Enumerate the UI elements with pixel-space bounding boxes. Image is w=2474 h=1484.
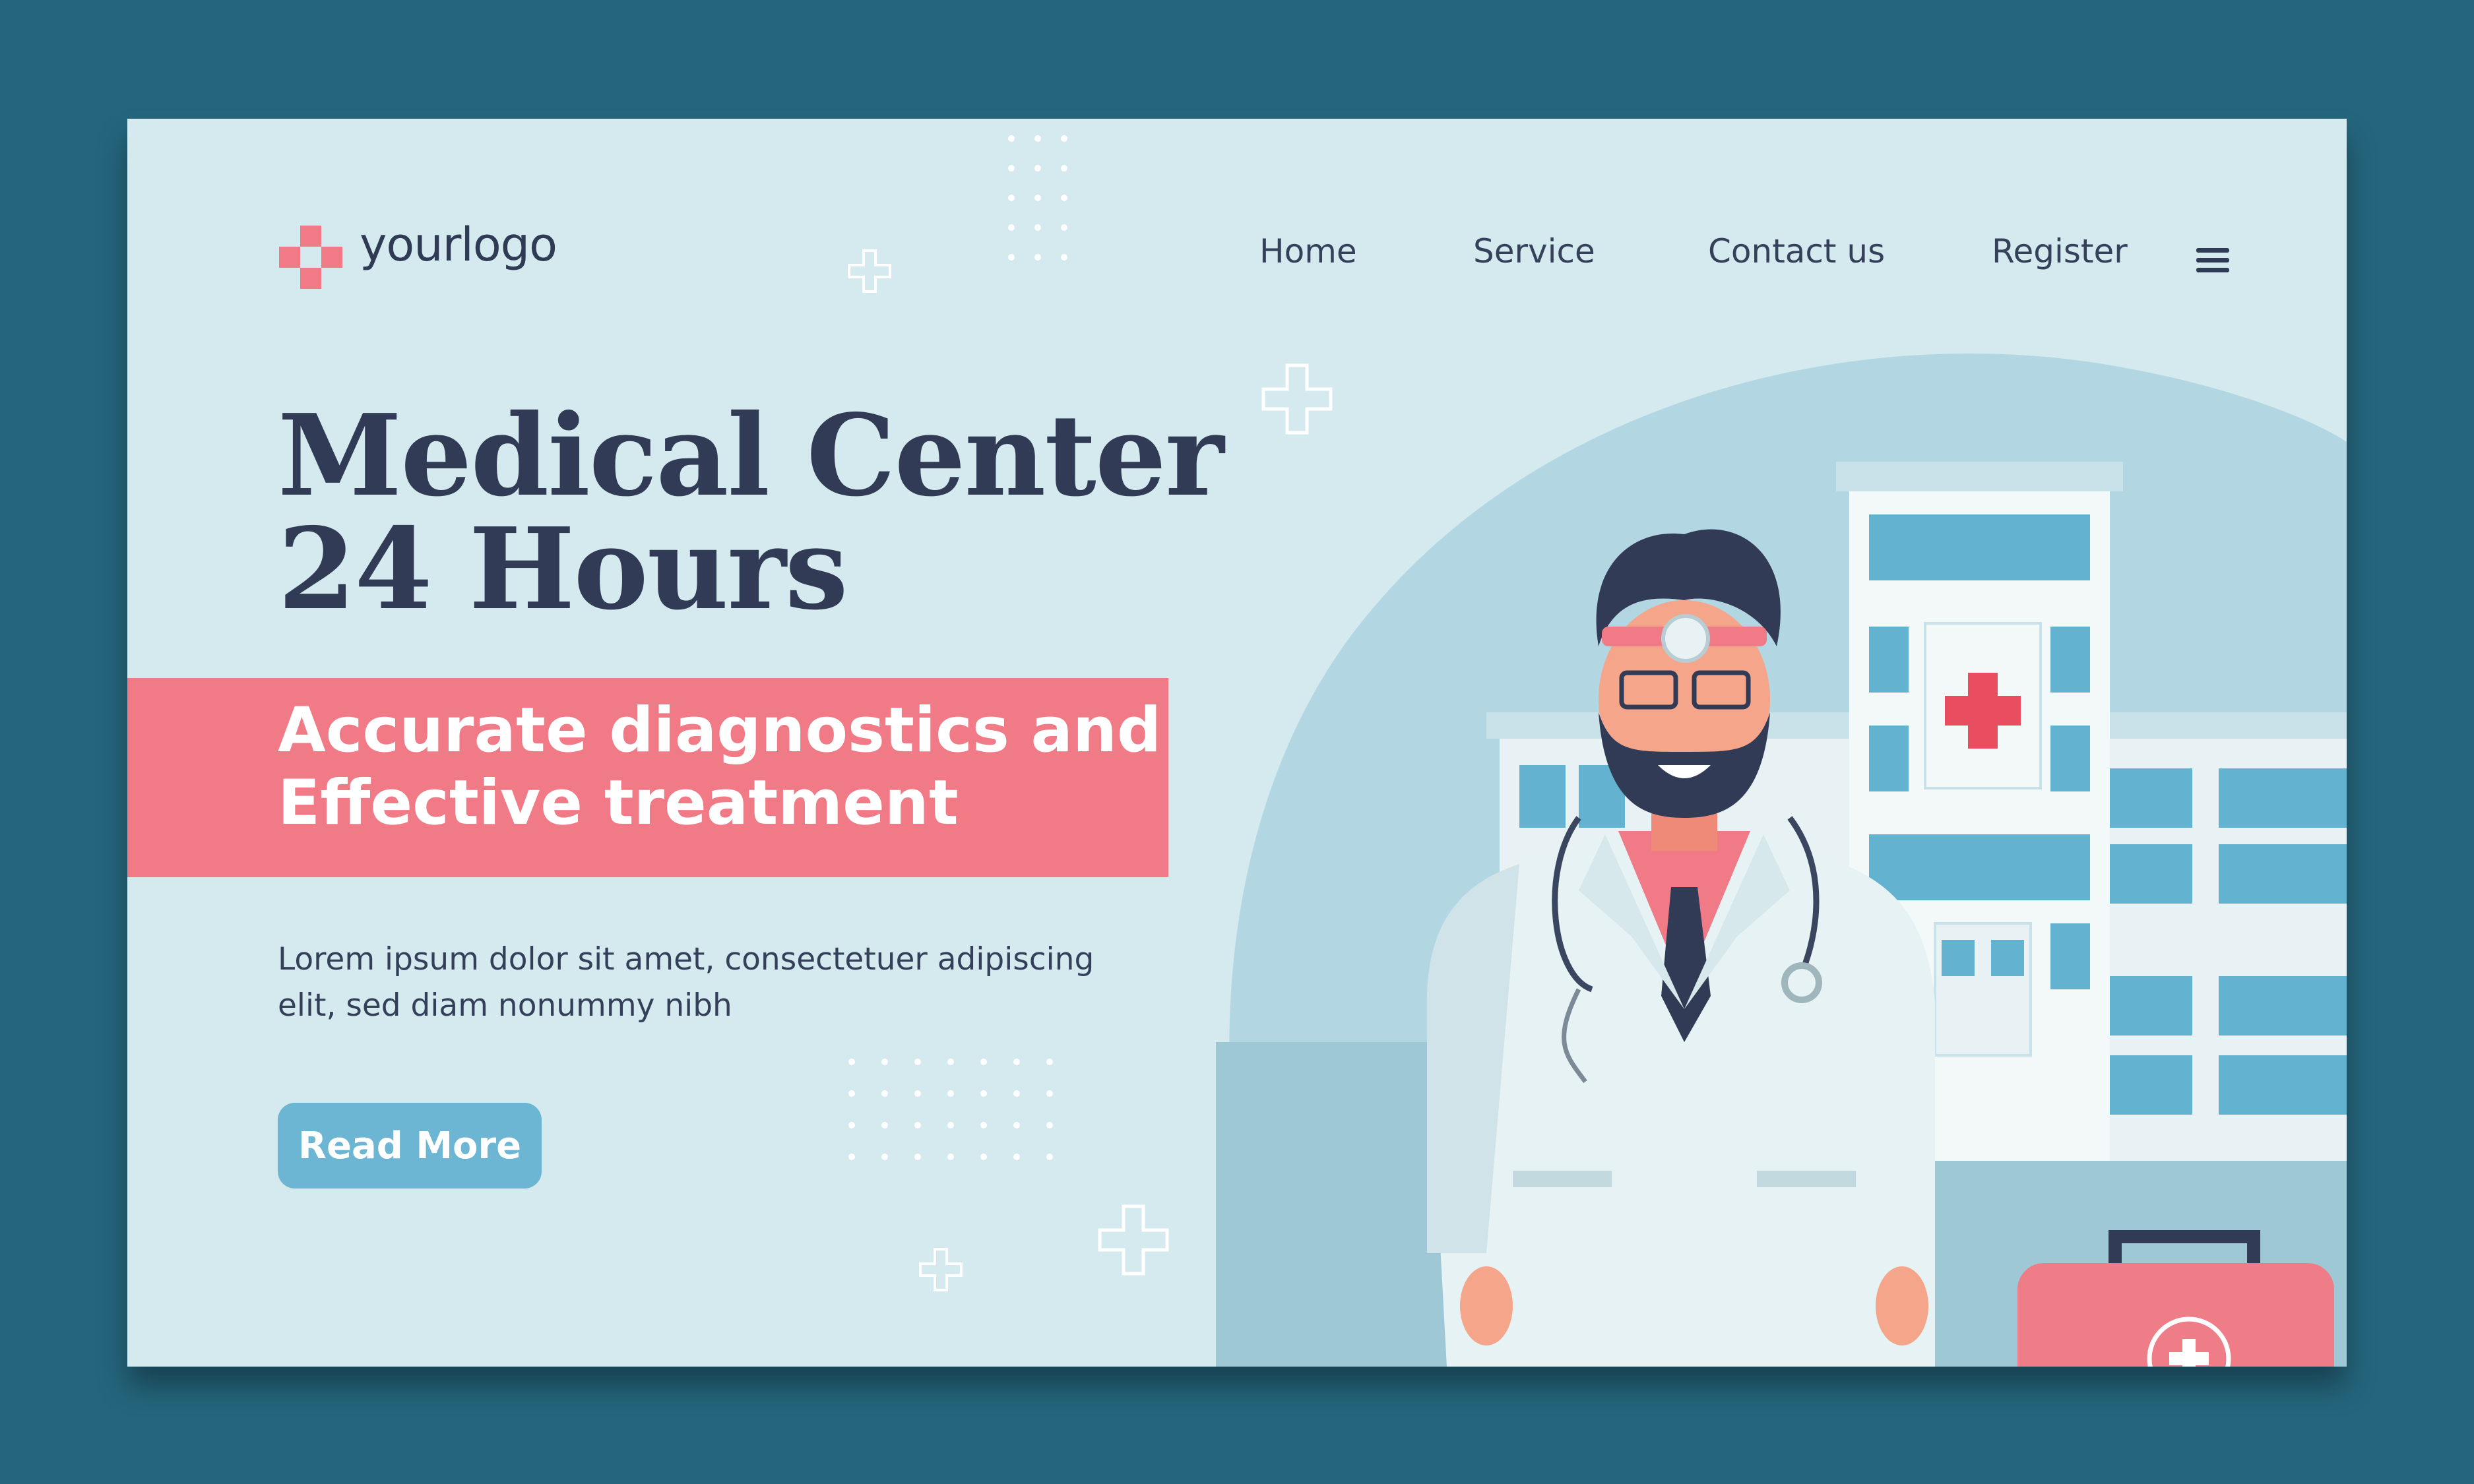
doctor-hospital-illustration	[1216, 354, 2347, 1367]
page-title: Medical Center 24 Hours	[278, 399, 1267, 626]
tagline-line-1: Accurate diagnostics and	[278, 695, 1162, 766]
description-line-1: Lorem ipsum dolor sit amet, consectetuer…	[278, 941, 1094, 977]
title-line-1: Medical Center	[278, 390, 1224, 522]
dot-grid-top	[1008, 135, 1067, 261]
title-line-2: 24 Hours	[278, 503, 848, 635]
medical-cross-logo-icon[interactable]	[279, 226, 342, 289]
tagline-banner: Accurate diagnostics and Effective treat…	[127, 678, 1168, 877]
hero-description: Lorem ipsum dolor sit amet, consectetuer…	[278, 937, 1102, 1029]
tagline-line-2: Effective treatment	[278, 767, 959, 839]
nav-home[interactable]: Home	[1259, 232, 1357, 270]
plus-decor-icon	[848, 249, 891, 293]
nav-service[interactable]: Service	[1473, 232, 1595, 270]
plus-decor-icon	[1098, 1204, 1169, 1276]
landing-page-card: yourlogo Home Service Contact us Registe…	[127, 119, 2347, 1367]
read-more-button[interactable]: Read More	[278, 1103, 542, 1189]
tagline-text: Accurate diagnostics and Effective treat…	[278, 695, 1162, 840]
nav-register[interactable]: Register	[1992, 232, 2128, 270]
logo-text[interactable]: yourlogo	[360, 218, 557, 272]
nav-contact-us[interactable]: Contact us	[1708, 232, 1885, 270]
dot-grid-bottom	[848, 1059, 1053, 1160]
description-line-2: elit, sed diam nonummy nibh	[278, 987, 732, 1024]
plus-decor-icon	[919, 1248, 963, 1291]
hamburger-menu-icon[interactable]	[2196, 248, 2229, 274]
